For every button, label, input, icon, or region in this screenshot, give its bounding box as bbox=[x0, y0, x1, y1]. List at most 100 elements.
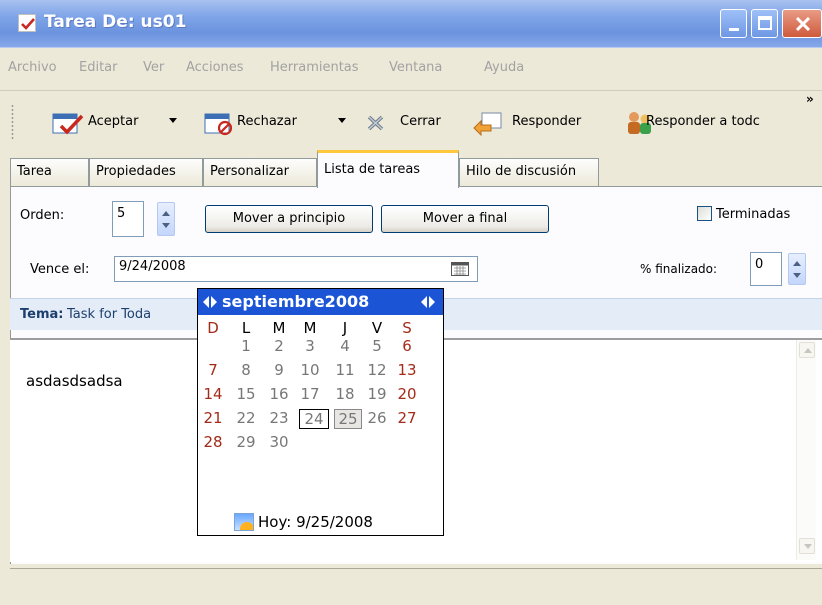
calendar-day[interactable]: 5 bbox=[366, 337, 388, 357]
menu-archivo[interactable]: Archivo bbox=[8, 60, 57, 75]
calendar-day[interactable]: 21 bbox=[202, 409, 224, 429]
spin-up-icon[interactable] bbox=[793, 261, 801, 266]
calendar-reject-icon bbox=[204, 113, 233, 136]
order-label: Orden: bbox=[20, 208, 65, 223]
calendar-day[interactable]: 1 bbox=[235, 337, 257, 357]
next-month-icon[interactable] bbox=[420, 294, 436, 310]
calendar-day[interactable]: 22 bbox=[235, 409, 257, 429]
spin-down-icon[interactable] bbox=[793, 273, 801, 278]
calendar-picker-icon[interactable] bbox=[451, 262, 469, 276]
reply-button[interactable]: Responder bbox=[472, 110, 600, 136]
percent-spinner[interactable] bbox=[788, 253, 806, 285]
window-title: Tarea De: us01 bbox=[44, 12, 187, 32]
calendar-day[interactable]: 8 bbox=[235, 361, 257, 381]
body-scrollbar[interactable] bbox=[796, 340, 816, 560]
calendar-day[interactable]: 10 bbox=[299, 361, 321, 381]
toolbar-overflow-chevron[interactable]: » bbox=[806, 92, 814, 106]
calendar-day[interactable]: 15 bbox=[235, 385, 257, 405]
tab-tarea[interactable]: Tarea bbox=[10, 158, 89, 186]
calendar-day[interactable]: 12 bbox=[366, 361, 388, 381]
calendar-day[interactable]: 6 bbox=[396, 337, 418, 357]
calendar-day[interactable]: 23 bbox=[268, 409, 290, 429]
calendar-day[interactable]: 11 bbox=[334, 361, 356, 381]
calendar-header: septiembre2008 bbox=[198, 289, 443, 315]
chevron-up-icon bbox=[804, 348, 812, 353]
task-check-icon bbox=[18, 14, 36, 32]
tab-lista-de-tareas[interactable]: Lista de tareas bbox=[317, 150, 459, 188]
calendar-day[interactable]: 13 bbox=[396, 361, 418, 381]
today-sun-icon bbox=[234, 513, 254, 531]
reject-dropdown-arrow[interactable] bbox=[338, 118, 346, 123]
percent-done-input[interactable]: 0 bbox=[750, 252, 782, 286]
order-spinner[interactable] bbox=[157, 202, 175, 236]
close-window-button[interactable] bbox=[782, 9, 822, 38]
reject-button[interactable]: Rechazar bbox=[204, 110, 322, 136]
reply-all-label: Responder a todc bbox=[646, 114, 760, 129]
menu-ayuda[interactable]: Ayuda bbox=[484, 60, 524, 75]
calendar-day[interactable]: 30 bbox=[268, 433, 290, 453]
spin-up-icon[interactable] bbox=[162, 211, 170, 216]
reply-icon bbox=[473, 112, 502, 136]
calendar-day[interactable]: 7 bbox=[202, 361, 224, 381]
menu-ver[interactable]: Ver bbox=[143, 60, 164, 75]
today-link[interactable]: Hoy: 9/25/2008 bbox=[258, 513, 373, 531]
finished-checkbox[interactable] bbox=[697, 206, 712, 221]
calendar-day[interactable]: 20 bbox=[396, 385, 418, 405]
calendar-day[interactable]: 9 bbox=[268, 361, 290, 381]
tab-hilo-de-discusion[interactable]: Hilo de discusión bbox=[459, 158, 599, 186]
calendar-day[interactable]: 27 bbox=[396, 409, 418, 429]
weekday-header: V bbox=[371, 319, 383, 337]
prev-month-icon[interactable] bbox=[202, 294, 218, 310]
calendar-day[interactable]: 25 bbox=[334, 409, 362, 429]
subject-value: Task for Toda bbox=[67, 307, 152, 322]
calendar-day[interactable]: 19 bbox=[366, 385, 388, 405]
date-picker-popup[interactable]: septiembre2008 D L M M J V S 1 2 3 4 5 6 7 8 9 10 11 12 13 1… bbox=[197, 288, 444, 536]
scroll-down-button[interactable] bbox=[799, 538, 815, 554]
menu-herramientas[interactable]: Herramientas bbox=[270, 60, 359, 75]
calendar-day[interactable]: 24 bbox=[299, 409, 329, 429]
scroll-up-button[interactable] bbox=[799, 342, 815, 358]
accept-dropdown-arrow[interactable] bbox=[169, 118, 177, 123]
toolbar-grip[interactable] bbox=[11, 104, 14, 140]
order-input[interactable]: 5 bbox=[112, 201, 144, 237]
calendar-day[interactable]: 4 bbox=[334, 337, 356, 357]
finished-label: Terminadas bbox=[716, 207, 791, 222]
calendar-day[interactable]: 29 bbox=[235, 433, 257, 453]
maximize-button[interactable] bbox=[751, 9, 778, 38]
reject-label: Rechazar bbox=[237, 114, 297, 129]
menu-separator bbox=[0, 90, 822, 91]
reply-label: Responder bbox=[512, 114, 582, 129]
calendar-day[interactable]: 28 bbox=[202, 433, 224, 453]
calendar-day[interactable]: 3 bbox=[299, 337, 321, 357]
calendar-day[interactable]: 18 bbox=[334, 385, 356, 405]
tab-personalizar[interactable]: Personalizar bbox=[203, 158, 317, 186]
menu-acciones[interactable]: Acciones bbox=[186, 60, 244, 75]
menu-editar[interactable]: Editar bbox=[79, 60, 118, 75]
move-to-top-button[interactable]: Mover a principio bbox=[205, 205, 373, 233]
calendar-day[interactable]: 26 bbox=[366, 409, 388, 429]
title-bar[interactable]: Tarea De: us01 bbox=[0, 0, 822, 48]
calendar-day[interactable]: 14 bbox=[202, 385, 224, 405]
move-to-bottom-button[interactable]: Mover a final bbox=[381, 205, 549, 233]
menu-bar: Archivo Editar Ver Acciones Herramientas… bbox=[0, 60, 822, 84]
close-button[interactable]: Cerrar bbox=[364, 110, 450, 134]
reply-all-button[interactable]: Responder a todc bbox=[622, 110, 802, 134]
menu-ventana[interactable]: Ventana bbox=[389, 60, 442, 75]
due-date-input[interactable]: 9/24/2008 bbox=[114, 256, 478, 282]
weekday-header: D bbox=[207, 319, 219, 337]
accept-button[interactable]: Aceptar bbox=[52, 110, 160, 135]
calendar-day[interactable]: 2 bbox=[268, 337, 290, 357]
weekday-header: J bbox=[342, 319, 348, 337]
chevron-down-icon bbox=[804, 544, 812, 549]
spin-down-icon[interactable] bbox=[162, 223, 170, 228]
minimize-button[interactable] bbox=[720, 9, 747, 38]
subject-label: Tema: bbox=[20, 307, 64, 322]
percent-done-label: % finalizado: bbox=[640, 262, 718, 276]
due-label: Vence el: bbox=[30, 262, 90, 277]
calendar-day[interactable]: 16 bbox=[268, 385, 290, 405]
calendar-day[interactable]: 17 bbox=[299, 385, 321, 405]
task-window: Tarea De: us01 Archivo Editar Ver Accion… bbox=[0, 0, 822, 605]
weekday-header: M bbox=[303, 319, 317, 337]
tab-propiedades[interactable]: Propiedades bbox=[89, 158, 203, 186]
status-bar bbox=[10, 568, 822, 598]
